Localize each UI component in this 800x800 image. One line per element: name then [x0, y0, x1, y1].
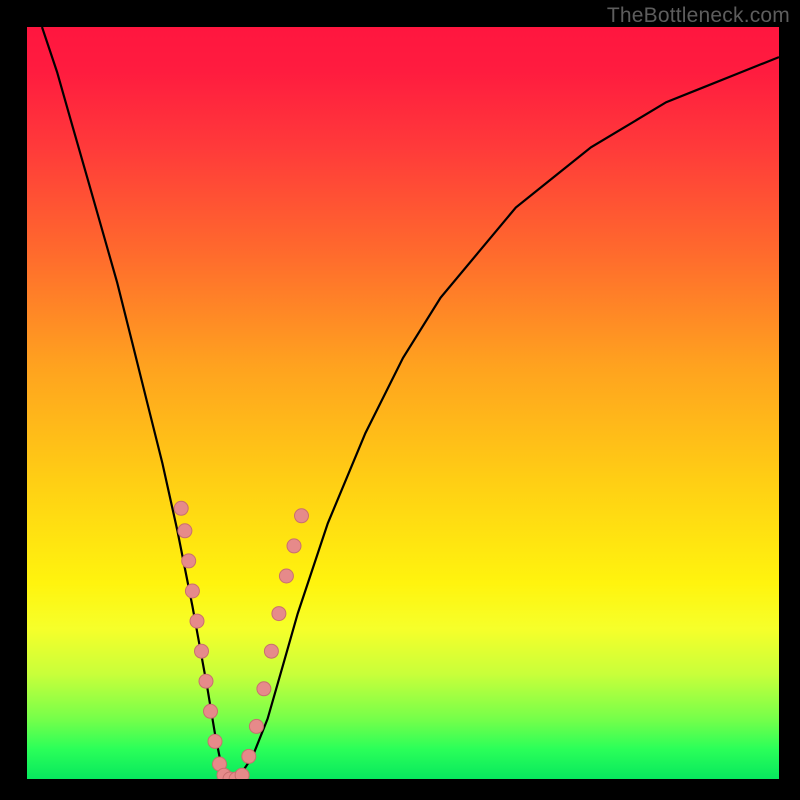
data-marker: [204, 704, 218, 718]
data-marker: [272, 607, 286, 621]
data-marker: [190, 614, 204, 628]
data-marker: [199, 674, 213, 688]
chart-frame: TheBottleneck.com: [0, 0, 800, 800]
data-marker: [257, 682, 271, 696]
bottleneck-curve: [42, 27, 779, 779]
data-marker: [178, 524, 192, 538]
watermark-text: TheBottleneck.com: [607, 4, 790, 28]
data-marker: [195, 644, 209, 658]
data-marker: [279, 569, 293, 583]
data-marker: [182, 554, 196, 568]
data-marker: [208, 734, 222, 748]
data-marker: [264, 644, 278, 658]
data-marker: [185, 584, 199, 598]
data-marker: [242, 749, 256, 763]
marker-group: [174, 501, 308, 779]
data-marker: [174, 501, 188, 515]
data-marker: [249, 719, 263, 733]
curve-path: [42, 27, 779, 779]
data-marker: [235, 768, 249, 779]
data-marker: [287, 539, 301, 553]
data-marker: [295, 509, 309, 523]
curve-svg: [27, 27, 779, 779]
plot-area: [27, 27, 779, 779]
